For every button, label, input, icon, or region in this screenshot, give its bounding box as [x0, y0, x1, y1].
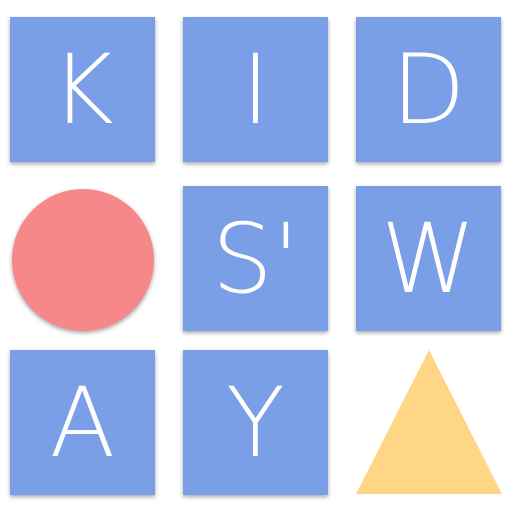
letter-tile-d: D: [356, 17, 501, 162]
triangle-polygon: [356, 350, 502, 494]
tile-letter: D: [391, 33, 466, 146]
yellow-triangle-shape: [356, 350, 502, 494]
red-circle-shape: [12, 189, 154, 331]
letter-tile-k: K: [10, 17, 155, 162]
tile-letter: I: [241, 33, 270, 146]
tile-letter: Y: [226, 366, 285, 479]
kidsway-logo: K I D S' W A Y: [0, 0, 512, 512]
letter-tile-a: A: [10, 350, 155, 495]
tile-letter: W: [381, 202, 476, 315]
tile-letter: S': [211, 202, 300, 315]
tile-letter: A: [49, 366, 116, 479]
tile-letter: K: [51, 33, 114, 146]
letter-tile-y: Y: [183, 350, 328, 495]
letter-tile-i: I: [183, 17, 328, 162]
letter-tile-s-apostrophe: S': [183, 186, 328, 331]
letter-tile-w: W: [356, 186, 501, 331]
